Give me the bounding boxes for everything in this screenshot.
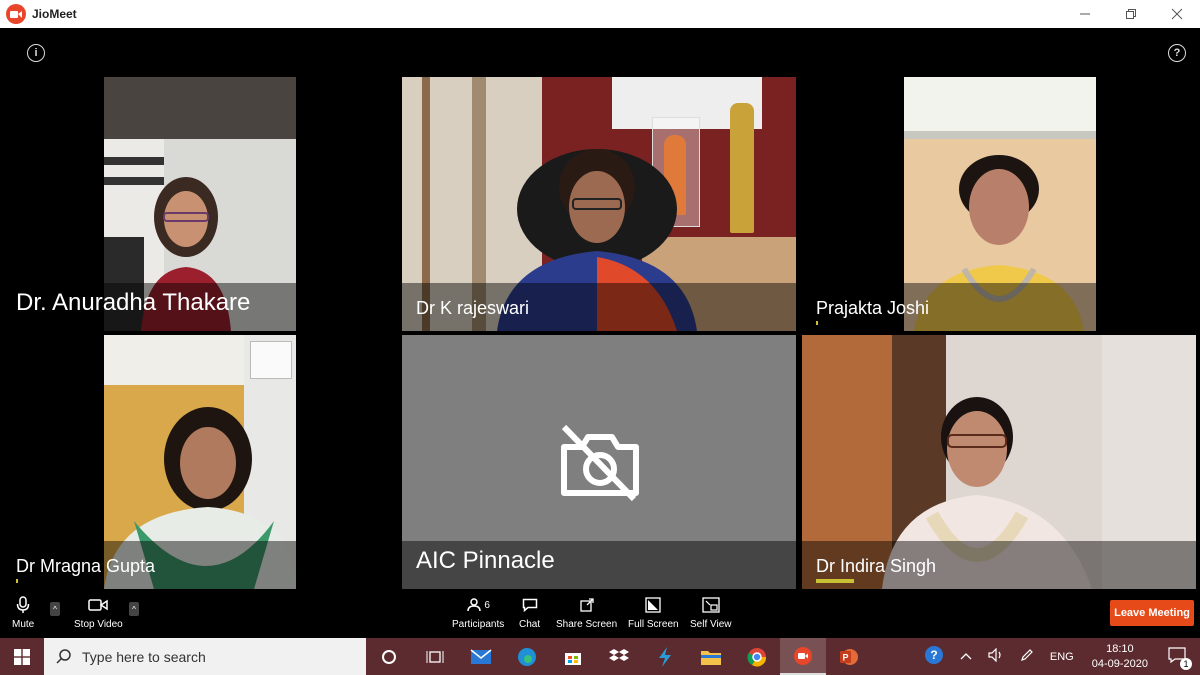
jiomeet-window: JioMeet i ? Dr. Anuradha Thakare Dr K ra…	[0, 0, 1200, 675]
start-button[interactable]	[0, 638, 44, 675]
close-button[interactable]	[1154, 0, 1200, 28]
chat-button[interactable]: Chat	[519, 594, 540, 630]
clock-date: 04-09-2020	[1091, 657, 1148, 670]
task-view-icon	[426, 650, 444, 663]
participant-name: Prajakta Joshi	[816, 298, 930, 318]
participant-name: Dr Indira Singh	[816, 556, 937, 576]
app-title: JioMeet	[32, 7, 77, 21]
camera-off-icon	[561, 424, 639, 502]
lightning-app-icon	[659, 646, 671, 667]
meeting-info-icon[interactable]: i	[27, 44, 45, 62]
help-tray-icon[interactable]: ?	[916, 645, 952, 668]
taskbar-app-edge[interactable]	[504, 638, 550, 675]
full-screen-button[interactable]: Full Screen	[628, 594, 679, 630]
folder-icon	[701, 650, 721, 665]
jiomeet-logo-icon	[6, 4, 26, 24]
search-icon	[56, 648, 71, 664]
jiomeet-icon	[794, 646, 812, 665]
taskbar-app-chrome[interactable]	[734, 638, 780, 675]
full-screen-icon	[645, 594, 661, 616]
volume-icon[interactable]	[980, 647, 1012, 665]
participant-tile[interactable]: Dr Mragna Gupta	[2, 335, 396, 589]
audio-level-indicator	[16, 579, 18, 583]
notification-count-badge: 1	[1180, 658, 1192, 670]
cortana-icon	[382, 649, 396, 664]
self-view-icon	[702, 594, 720, 616]
participant-tile[interactable]: Dr. Anuradha Thakare	[2, 77, 396, 331]
svg-text:P: P	[842, 652, 848, 662]
taskbar-app-file-explorer[interactable]	[688, 638, 734, 675]
leave-meeting-button[interactable]: Leave Meeting	[1110, 600, 1194, 626]
maximize-button[interactable]	[1108, 0, 1154, 28]
taskbar-app-jiomeet[interactable]	[780, 638, 826, 675]
audio-level-indicator	[816, 321, 818, 325]
chevron-up-icon[interactable]	[952, 651, 980, 663]
dropbox-icon	[609, 648, 629, 661]
taskbar-clock[interactable]: 18:10 04-09-2020	[1082, 642, 1158, 672]
participant-tile[interactable]: Dr Indira Singh	[802, 335, 1196, 589]
help-icon[interactable]: ?	[1168, 44, 1186, 62]
participant-name: Dr K rajeswari	[416, 298, 530, 318]
audio-options-caret[interactable]: ^	[50, 602, 60, 616]
task-view-button[interactable]	[412, 638, 458, 675]
video-camera-icon	[88, 594, 109, 616]
pen-icon[interactable]	[1012, 648, 1042, 665]
participant-tile[interactable]: Dr K rajeswari	[402, 77, 796, 331]
participants-icon	[467, 598, 482, 612]
restore-icon	[1126, 9, 1136, 19]
window-controls	[1062, 0, 1200, 28]
minimize-button[interactable]	[1062, 0, 1108, 28]
video-options-caret[interactable]: ^	[129, 602, 139, 616]
notification-center-button[interactable]: 1	[1158, 647, 1200, 670]
participant-name: AIC Pinnacle	[416, 547, 555, 574]
title-bar: JioMeet	[0, 0, 1200, 28]
stop-video-button[interactable]: Stop Video	[74, 594, 123, 630]
powerpoint-icon: P	[840, 648, 858, 665]
participant-name: Dr Mragna Gupta	[16, 556, 156, 576]
share-screen-icon	[579, 594, 594, 616]
taskbar-app-vscode[interactable]	[642, 638, 688, 675]
close-icon	[1171, 8, 1183, 20]
clock-time: 18:10	[1106, 642, 1134, 655]
meeting-controls: Mute ^ Stop Video ^ 6 Participants Chat	[0, 590, 1200, 638]
mute-button[interactable]: Mute	[12, 594, 34, 630]
participant-tile[interactable]: AIC Pinnacle	[402, 335, 796, 589]
participants-count: 6	[484, 599, 490, 611]
taskbar-app-mail[interactable]	[458, 638, 504, 675]
system-tray: ? ENG 18:10 04-09-2020 1	[916, 638, 1200, 675]
audio-level-indicator	[816, 579, 854, 583]
language-indicator[interactable]: ENG	[1042, 651, 1082, 663]
microphone-icon	[16, 594, 30, 616]
share-screen-button[interactable]: Share Screen	[556, 594, 617, 630]
windows-logo-icon	[14, 648, 30, 665]
windows-taskbar: Type here to search P ? ENG 18:10 04-09-…	[0, 638, 1200, 675]
mail-icon	[470, 648, 492, 664]
participant-name: Dr. Anuradha Thakare	[16, 289, 251, 316]
taskbar-app-store[interactable]	[550, 638, 596, 675]
chrome-icon	[747, 647, 767, 667]
taskbar-app-dropbox[interactable]	[596, 638, 642, 675]
taskbar-app-powerpoint[interactable]: P	[826, 638, 872, 675]
meeting-area: i ? Dr. Anuradha Thakare Dr K rajeswari …	[0, 28, 1200, 638]
svg-text:?: ?	[930, 648, 937, 662]
taskbar-search-box[interactable]: Type here to search	[44, 638, 366, 675]
edge-icon	[518, 647, 536, 666]
minimize-icon	[1080, 13, 1090, 15]
chat-icon	[522, 594, 538, 616]
participant-tile[interactable]: Prajakta Joshi	[802, 77, 1196, 331]
participants-button[interactable]: 6 Participants	[452, 594, 504, 630]
self-view-button[interactable]: Self View	[690, 594, 732, 630]
store-icon	[565, 652, 581, 665]
cortana-button[interactable]	[366, 638, 412, 675]
